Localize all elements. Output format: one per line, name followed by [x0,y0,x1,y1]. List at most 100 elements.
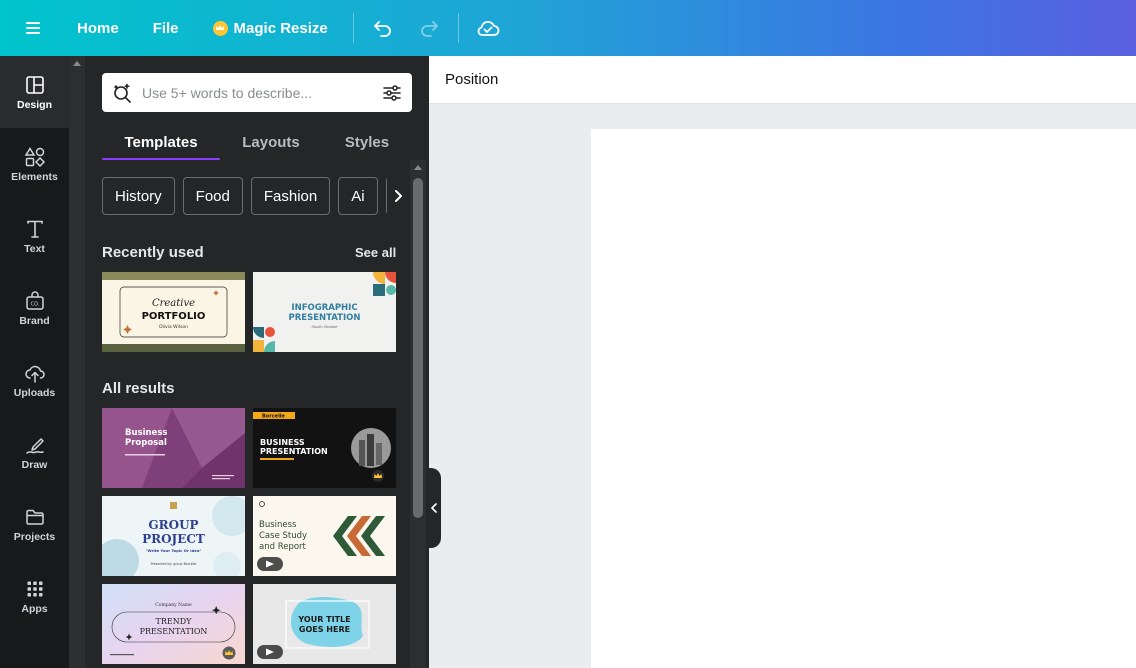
category-chips: History Food Fashion Ai [102,177,402,215]
position-button[interactable]: Position [445,71,498,88]
thumb-title-text: Business [125,428,167,438]
thumb-title-text: YOUR TITLE [297,615,350,624]
rail-item-apps[interactable]: Apps [0,560,69,632]
thumb-title-text: GROUP [148,518,198,532]
thumb-title-text: INFOGRAPHIC [291,303,357,313]
tab-templates[interactable]: Templates [102,124,220,160]
file-menu-button[interactable]: File [142,10,190,46]
thumb-name-text: Olivia Wilson [159,324,188,330]
thumb-title-text: Proposal [125,438,167,448]
rail-item-draw[interactable]: Draw [0,416,69,488]
redo-button[interactable] [406,8,452,48]
recently-used-heading: Recently used [102,244,204,261]
hamburger-icon [26,22,40,34]
rail-item-elements[interactable]: Elements [0,128,69,200]
rail-item-brand[interactable]: CO. Brand [0,272,69,344]
redo-icon [420,21,438,37]
rail-label: Apps [21,602,48,615]
scroll-up-icon[interactable] [73,61,81,66]
crown-icon [212,20,228,36]
template-business-case-study[interactable]: Business Case Study and Report [253,496,396,576]
all-results-heading: All results [102,380,175,397]
rail-label: Elements [11,170,58,183]
magic-resize-button[interactable]: Magic Resize [202,10,339,46]
thumb-brand-text: Borcelle [262,414,285,420]
layout-icon [25,75,44,94]
thumb-title-text: Business [259,520,297,530]
top-bar: Home File Magic Resize [0,0,1136,56]
chevron-right-icon [395,190,402,202]
template-business-proposal[interactable]: Business Proposal [102,408,245,488]
thumb-title-text: GOES HERE [299,625,350,634]
scrollbar-thumb[interactable] [413,178,423,518]
thumb-title-text: PRESENTATION [260,447,328,456]
template-creative-portfolio[interactable]: Creative PORTFOLIO Olivia Wilson [102,272,245,352]
rail-label: Uploads [13,386,56,399]
magic-search-icon [102,73,142,112]
templates-panel: Templates Layouts Styles History Food Fa… [69,56,429,668]
filter-button[interactable] [372,73,412,112]
tab-styles[interactable]: Styles [322,124,412,160]
thumb-title-text: PRESENTATION [289,313,361,323]
pen-icon [25,437,44,454]
search-input[interactable] [142,74,372,111]
thumb-sub-text: Studio Shodwe [311,325,337,329]
thumb-credit-text: Presented by: group Borcelle [151,562,197,566]
home-button[interactable]: Home [66,10,130,46]
chip-ai[interactable]: Ai [338,177,378,215]
thumb-title-text: TRENDY [156,617,193,626]
divider [352,13,354,43]
undo-icon [373,21,391,37]
rail-label: Draw [21,458,48,471]
panel-scrollbar[interactable] [410,160,426,668]
thumb-script-text: Creative [152,298,195,309]
thumb-title-text: PRESENTATION [140,627,208,636]
panel-outer-scrollbar[interactable] [69,56,85,668]
template-trendy-presentation[interactable]: Company Name TRENDY PRESENTATION [102,584,245,664]
thumb-title-text: Case Study [259,531,307,541]
chip-food[interactable]: Food [182,177,243,215]
rail-label: Design [16,98,52,111]
template-business-presentation[interactable]: Borcelle BUSINESS PRESENTATION [253,408,396,488]
chevron-left-icon [431,503,437,513]
design-canvas[interactable] [591,129,1136,668]
undo-button[interactable] [360,8,406,48]
thumb-sub-text: "Write Your Topic Or Idea" [146,548,202,553]
thumb-title-text: PORTFOLIO [142,311,206,322]
rail-label: Text [24,242,45,255]
scroll-up-icon[interactable] [414,165,422,170]
save-status-button[interactable] [465,8,511,48]
magic-resize-label: Magic Resize [233,19,328,37]
sliders-icon [383,84,401,101]
left-rail: Design Elements Text CO. Brand Uploads D… [0,56,69,668]
cloud-check-icon [477,20,500,36]
rail-item-design[interactable]: Design [0,56,69,128]
svg-text:CO.: CO. [30,301,39,307]
template-your-title[interactable]: YOUR TITLE GOES HERE [253,584,396,664]
brand-icon: CO. [25,290,44,310]
chips-next-button[interactable] [387,177,409,215]
cloud-upload-icon [24,365,45,383]
chip-history[interactable]: History [102,177,175,215]
template-infographic-presentation[interactable]: INFOGRAPHIC PRESENTATION Studio Shodwe [253,272,396,352]
thumb-title-text: and Report [259,542,307,552]
chip-fashion[interactable]: Fashion [250,177,331,215]
grid-icon [27,581,42,596]
see-all-link[interactable]: See all [355,245,396,260]
rail-item-projects[interactable]: Projects [0,488,69,560]
rail-item-uploads[interactable]: Uploads [0,344,69,416]
template-group-project[interactable]: GROUP PROJECT "Write Your Topic Or Idea"… [102,496,245,576]
tab-layouts[interactable]: Layouts [220,124,322,160]
menu-button[interactable] [0,0,66,56]
thumb-company-text: Company Name [155,602,192,608]
collapse-panel-button[interactable] [427,468,441,548]
panel-tabs: Templates Layouts Styles [102,124,412,160]
rail-label: Brand [19,314,50,327]
divider [457,13,459,43]
folder-icon [25,509,44,525]
search-box [102,73,412,112]
editor-toolbar: Position [429,56,1136,104]
thumb-title-text: PROJECT [142,532,205,546]
thumb-title-text: BUSINESS [260,438,305,447]
rail-item-text[interactable]: Text [0,200,69,272]
